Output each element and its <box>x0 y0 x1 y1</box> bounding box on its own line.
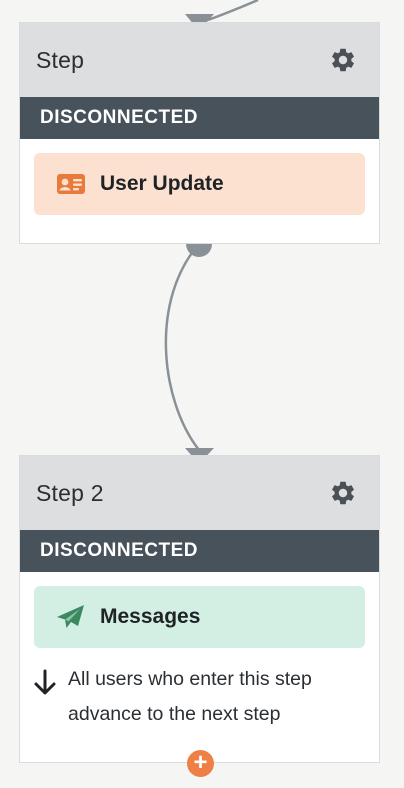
gear-icon <box>332 481 354 505</box>
action-messages[interactable]: Messages <box>34 586 365 648</box>
step-settings-button[interactable] <box>329 479 357 507</box>
action-label: Messages <box>100 605 201 628</box>
id-card-icon <box>56 171 86 197</box>
step-title[interactable]: Step <box>36 47 84 74</box>
workflow-canvas: Step DISCONNECTED User Update Step 2 DIS… <box>0 0 404 788</box>
step-header: Step 2 <box>20 456 379 530</box>
step-connector-line[interactable] <box>164 243 200 451</box>
step-title[interactable]: Step 2 <box>36 480 104 507</box>
arrow-down-icon <box>34 669 56 695</box>
status-bar: DISCONNECTED <box>20 530 379 572</box>
plus-icon: + <box>193 748 208 776</box>
step-card-2[interactable]: Step 2 DISCONNECTED Messages All users w… <box>19 455 380 763</box>
advance-note: All users who enter this step advance to… <box>32 666 365 732</box>
action-user-update[interactable]: User Update <box>34 153 365 215</box>
action-label: User Update <box>100 172 224 195</box>
add-step-button[interactable]: + <box>187 750 214 777</box>
gear-icon <box>332 48 354 72</box>
step-settings-button[interactable] <box>329 46 357 74</box>
advance-note-text: All users who enter this step advance to… <box>68 668 312 725</box>
paper-plane-icon <box>56 604 86 630</box>
step-header: Step <box>20 23 379 97</box>
step-card-1[interactable]: Step DISCONNECTED User Update <box>19 22 380 244</box>
status-bar: DISCONNECTED <box>20 97 379 139</box>
incoming-connector-line <box>207 0 259 22</box>
